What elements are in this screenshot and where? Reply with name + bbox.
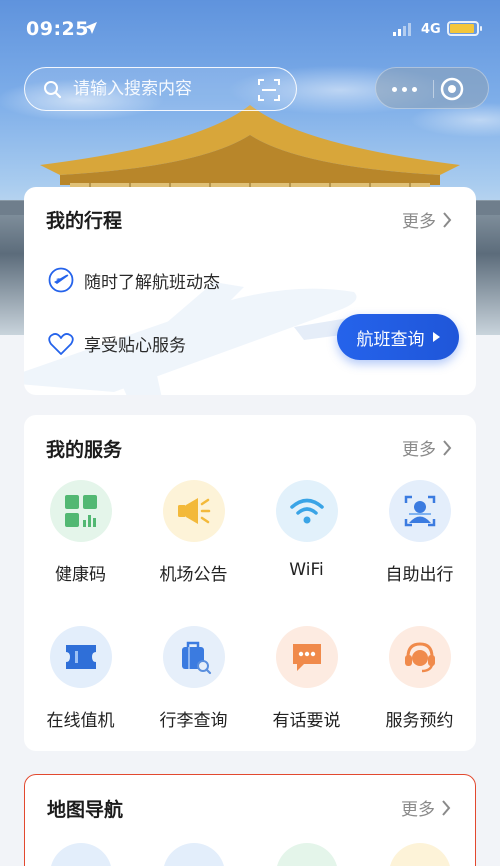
signal-icon — [393, 23, 411, 36]
battery-icon — [447, 21, 482, 36]
service-wifi[interactable]: WiFi — [250, 480, 363, 580]
my-services-title: 我的服务 — [46, 439, 123, 461]
health-code-icon — [49, 480, 112, 542]
play-arrow-icon — [432, 332, 440, 342]
map-navigation-card: 地图导航 更多 — [24, 774, 476, 866]
miniprogram-capsule — [375, 67, 489, 109]
headset-icon — [388, 626, 451, 688]
search-input[interactable] — [73, 78, 253, 100]
flight-query-button[interactable]: 航班查询 — [337, 314, 459, 360]
service-self-travel[interactable]: 自助出行 — [363, 480, 476, 585]
chevron-right-icon — [442, 799, 451, 816]
announcement-icon — [162, 480, 225, 542]
my-services-card: 我的服务 更多 健康码 机场公告 WiFi 自助出行 在线值机 行李查询 有话要… — [24, 415, 476, 751]
map-item-icon[interactable] — [50, 843, 112, 866]
trip-item-label: 随时了解航班动态 — [84, 272, 220, 293]
service-booking[interactable]: 服务预约 — [363, 626, 476, 731]
map-item-icon[interactable] — [389, 843, 451, 866]
my-trip-card: 我的行程 更多 随时了解航班动态 享受贴心服务 航班查询 — [24, 187, 476, 395]
map-more-label: 更多 — [401, 800, 435, 820]
map-item-icon[interactable] — [276, 843, 338, 866]
services-more-label: 更多 — [402, 440, 436, 460]
heart-icon — [48, 332, 74, 355]
trip-item-flight-status[interactable]: 随时了解航班动态 — [48, 267, 220, 293]
trip-item-label: 享受贴心服务 — [84, 336, 186, 356]
service-airport-announcement[interactable]: 机场公告 — [137, 480, 250, 585]
service-label: 行李查询 — [159, 711, 228, 731]
wifi-icon — [275, 480, 338, 542]
chevron-right-icon — [443, 211, 452, 228]
map-navigation-title: 地图导航 — [47, 799, 124, 821]
chevron-right-icon — [443, 439, 452, 456]
message-icon — [275, 626, 338, 688]
scan-icon[interactable] — [258, 79, 280, 101]
trip-item-service[interactable]: 享受贴心服务 — [48, 331, 186, 356]
status-bar: 09:25 4G — [0, 0, 500, 60]
search-icon — [44, 81, 62, 99]
map-item-icon[interactable] — [163, 843, 225, 866]
service-health-code[interactable]: 健康码 — [24, 480, 137, 585]
service-online-checkin[interactable]: 在线值机 — [24, 626, 137, 731]
trip-more-label: 更多 — [402, 212, 436, 232]
location-arrow-icon — [85, 22, 97, 34]
service-label: 有话要说 — [272, 711, 341, 731]
service-feedback[interactable]: 有话要说 — [250, 626, 363, 731]
service-label: 在线值机 — [46, 711, 115, 731]
search-bar[interactable] — [24, 67, 297, 111]
online-checkin-icon — [49, 626, 112, 688]
network-type: 4G — [421, 22, 441, 37]
service-label: 服务预约 — [385, 711, 454, 731]
capsule-divider — [433, 80, 434, 98]
service-label: 自助出行 — [385, 565, 454, 585]
my-trip-title: 我的行程 — [46, 210, 123, 232]
service-label: WiFi — [289, 560, 324, 580]
flight-query-label: 航班查询 — [356, 329, 425, 350]
map-more-link[interactable]: 更多 — [401, 795, 451, 820]
status-time: 09:25 — [26, 18, 89, 40]
more-menu-icon[interactable] — [376, 68, 433, 110]
service-label: 健康码 — [55, 565, 106, 585]
self-service-icon — [388, 480, 451, 542]
exit-icon[interactable] — [439, 76, 465, 102]
services-more-link[interactable]: 更多 — [402, 435, 452, 460]
service-label: 机场公告 — [159, 565, 228, 585]
trip-more-link[interactable]: 更多 — [402, 207, 452, 232]
service-luggage-query[interactable]: 行李查询 — [137, 626, 250, 731]
luggage-icon — [162, 626, 225, 688]
flight-status-icon — [48, 267, 74, 293]
